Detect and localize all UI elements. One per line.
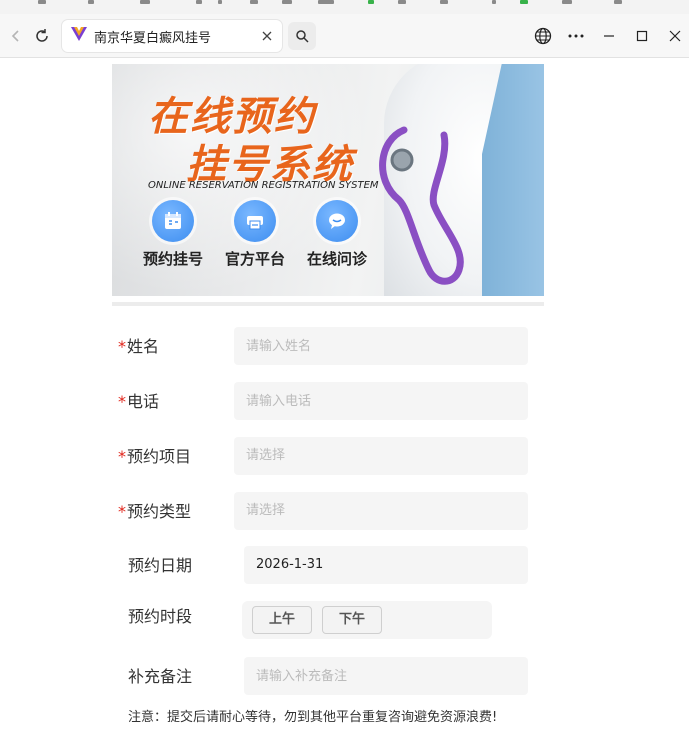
feature-label: 官方平台: [224, 250, 285, 268]
tab-current[interactable]: 南京华夏白癜风挂号: [62, 20, 282, 52]
date-field[interactable]: 2026-1-31: [244, 546, 528, 584]
refresh-icon[interactable]: [28, 22, 56, 50]
search-icon[interactable]: [288, 22, 316, 50]
notice-text: 注意：提交后请耐心等待，勿到其他平台重复咨询避免资源浪费!: [128, 710, 498, 725]
type-row: *预约类型 请选择: [112, 492, 532, 530]
name-row: *姓名: [112, 327, 532, 365]
more-icon[interactable]: [562, 22, 590, 50]
remark-label: 补充备注: [128, 667, 193, 686]
timeslot-group: 上午 下午: [242, 601, 492, 639]
browser-toolbar: 南京华夏白癜风挂号: [0, 14, 689, 58]
feature-label: 预约挂号: [142, 250, 203, 268]
globe-icon[interactable]: [529, 22, 557, 50]
timeslot-label: 预约时段: [128, 607, 193, 626]
maximize-icon[interactable]: [628, 22, 656, 50]
site-logo-icon: [70, 26, 88, 46]
feature-online-consult[interactable]: 在线问诊: [292, 200, 382, 269]
divider: [112, 302, 544, 306]
chat-icon: [316, 200, 358, 242]
phone-label: *电话: [118, 392, 160, 411]
back-icon[interactable]: [2, 22, 30, 50]
date-row: 预约日期 2026-1-31: [112, 546, 532, 584]
project-label: *预约项目: [118, 447, 192, 466]
feature-appointment[interactable]: 预约挂号: [128, 200, 218, 269]
timeslot-afternoon-button[interactable]: 下午: [322, 606, 382, 634]
bookmark-strip: [0, 0, 689, 14]
minimize-icon[interactable]: [595, 22, 623, 50]
remark-row: 补充备注: [112, 657, 532, 695]
phone-row: *电话: [112, 382, 532, 420]
timeslot-row: 预约时段 上午 下午: [112, 601, 532, 639]
remark-input[interactable]: [244, 657, 528, 695]
name-label: *姓名: [118, 337, 160, 356]
phone-input[interactable]: [234, 382, 528, 420]
stethoscope-icon: [379, 126, 464, 285]
banner-subtitle: ONLINE RESERVATION REGISTRATION SYSTEM: [148, 180, 379, 191]
feature-official-platform[interactable]: 官方平台: [210, 200, 300, 269]
name-input[interactable]: [234, 327, 528, 365]
type-label: *预约类型: [118, 502, 192, 521]
project-select[interactable]: 请选择: [234, 437, 528, 475]
close-icon[interactable]: [256, 25, 278, 47]
tab-title: 南京华夏白癜风挂号: [94, 30, 212, 46]
date-label: 预约日期: [128, 556, 193, 575]
timeslot-morning-button[interactable]: 上午: [252, 606, 312, 634]
window-close-icon[interactable]: [661, 22, 689, 50]
project-row: *预约项目 请选择: [112, 437, 532, 475]
feature-label: 在线问诊: [306, 250, 367, 268]
printer-icon: [234, 200, 276, 242]
reservation-banner: 在线预约 挂号系统 ONLINE RESERVATION REGISTRATIO…: [112, 64, 544, 296]
type-select[interactable]: 请选择: [234, 492, 528, 530]
calendar-icon: [152, 200, 194, 242]
